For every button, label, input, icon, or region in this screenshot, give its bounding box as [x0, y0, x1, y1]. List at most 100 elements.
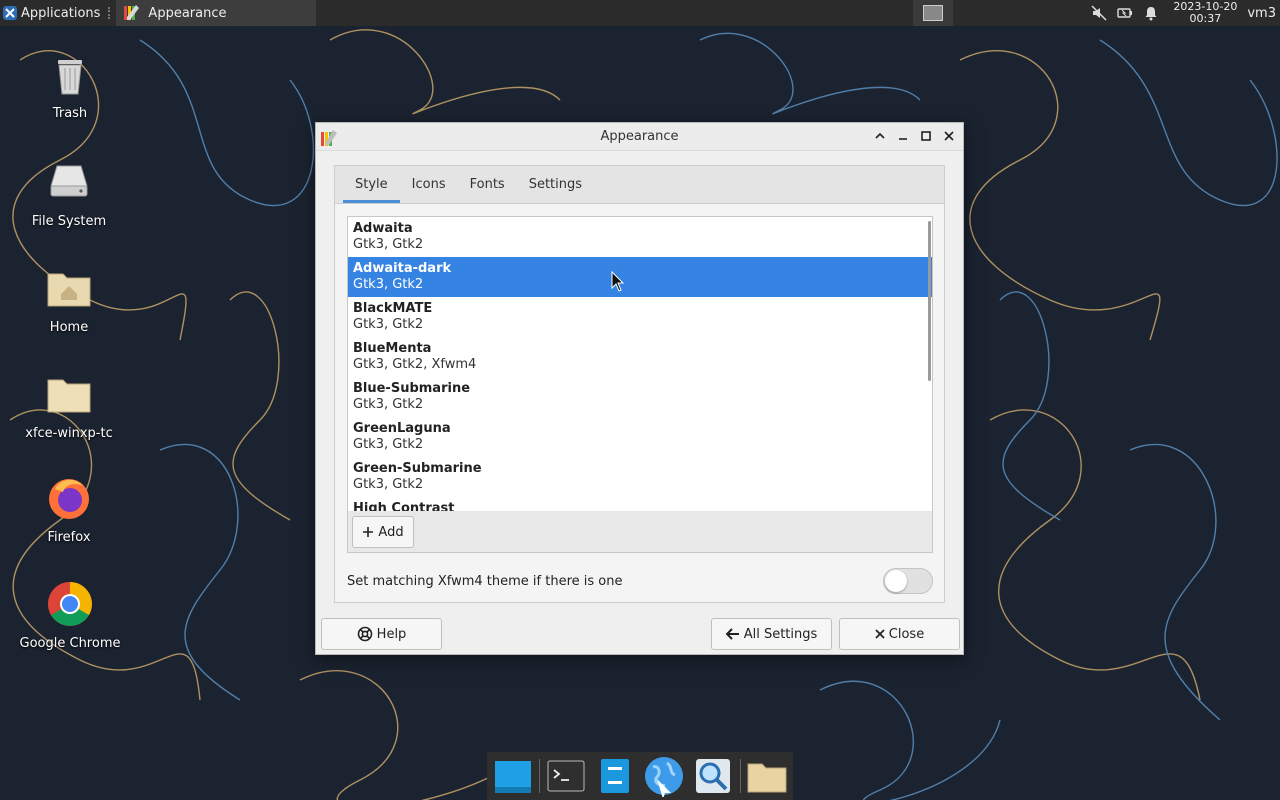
tab-bar: Style Icons Fonts Settings	[335, 166, 944, 204]
close-icon	[875, 629, 885, 639]
shade-button[interactable]	[871, 127, 888, 145]
dialog-title: Appearance	[600, 129, 679, 144]
tab-settings[interactable]: Settings	[517, 166, 594, 203]
desktop-icon-home[interactable]: Home	[14, 264, 124, 335]
appearance-dialog: Appearance Style Icons Fonts Settings Ad…	[315, 122, 964, 655]
notification-bell-icon[interactable]	[1143, 5, 1159, 21]
theme-list[interactable]: Adwaita Gtk3, Gtk2 Adwaita-dark Gtk3, Gtk2…	[347, 216, 933, 512]
user-menu[interactable]: vm3	[1243, 6, 1280, 21]
theme-toolkits: Gtk3, Gtk2	[353, 397, 424, 412]
desktop-icon-label: xfce-winxp-tc	[25, 426, 113, 441]
dock-web-browser[interactable]	[642, 754, 687, 798]
theme-toolkits: Gtk3, Gtk2	[353, 437, 424, 452]
appearance-app-icon	[124, 5, 140, 20]
desktop-icon-label: File System	[31, 214, 107, 229]
applications-menu[interactable]: Applications	[0, 0, 104, 26]
dock-home-folder[interactable]	[745, 754, 790, 798]
match-xfwm4-row: Set matching Xfwm4 theme if there is one	[347, 568, 933, 594]
desktop-icon-firefox[interactable]: Firefox	[14, 474, 124, 545]
tab-fonts[interactable]: Fonts	[458, 166, 517, 203]
close-window-button[interactable]	[940, 127, 957, 145]
xfce-logo-icon	[3, 6, 17, 20]
desktop-icon-label: Trash	[52, 106, 88, 121]
desktop-icon-google-chrome[interactable]: Google Chrome	[15, 580, 125, 651]
theme-toolkits: Gtk3, Gtk2, Xfwm4	[353, 357, 477, 372]
list-item[interactable]: BlackMATE Gtk3, Gtk2	[348, 297, 932, 337]
workspace-switcher[interactable]	[913, 0, 954, 26]
list-scrollbar[interactable]	[928, 221, 931, 381]
theme-name: GreenLaguna	[353, 421, 451, 436]
applications-label: Applications	[21, 5, 101, 21]
match-xfwm4-label: Set matching Xfwm4 theme if there is one	[347, 573, 623, 589]
close-icon	[943, 131, 954, 141]
list-item[interactable]: Blue-Submarine Gtk3, Gtk2	[348, 377, 932, 417]
help-lifebuoy-icon	[357, 626, 372, 642]
hard-drive-icon	[50, 165, 88, 197]
folder-icon	[747, 763, 787, 793]
close-button[interactable]: Close	[839, 618, 960, 650]
dock-show-desktop[interactable]	[490, 754, 535, 798]
clock[interactable]: 2023-10-20 00:37	[1167, 1, 1243, 25]
clock-time: 00:37	[1189, 12, 1222, 25]
all-settings-label: All Settings	[743, 626, 818, 642]
dock-terminal[interactable]	[544, 754, 589, 798]
tab-style[interactable]: Style	[343, 166, 400, 203]
dialog-titlebar[interactable]: Appearance	[316, 123, 963, 151]
close-label: Close	[888, 626, 925, 642]
top-panel: Applications Appearance 2023-10-20 00:37…	[0, 0, 1280, 26]
show-desktop-icon	[494, 761, 531, 793]
globe-icon	[645, 757, 684, 797]
system-tray	[1083, 0, 1167, 26]
all-settings-button[interactable]: All Settings	[711, 618, 832, 650]
theme-name: BlackMATE	[353, 301, 433, 316]
list-item-selected[interactable]: Adwaita-dark Gtk3, Gtk2	[348, 257, 932, 297]
desktop-icon-label: Firefox	[47, 530, 91, 545]
tab-icons[interactable]: Icons	[400, 166, 458, 203]
battery-icon[interactable]	[1117, 5, 1133, 21]
desktop-icon-label: Google Chrome	[19, 636, 121, 651]
list-item[interactable]: Green-Submarine Gtk3, Gtk2	[348, 457, 932, 497]
list-item[interactable]: GreenLaguna Gtk3, Gtk2	[348, 417, 932, 457]
file-manager-icon	[601, 759, 630, 793]
chevron-up-icon	[874, 132, 885, 139]
list-item[interactable]: Adwaita Gtk3, Gtk2	[348, 217, 932, 257]
minimize-button[interactable]	[894, 127, 911, 145]
list-toolbar: Add	[347, 511, 933, 553]
maximize-icon	[920, 131, 931, 141]
maximize-button[interactable]	[917, 127, 934, 145]
help-button[interactable]: Help	[321, 618, 442, 650]
list-item[interactable]: High Contrast	[348, 497, 932, 511]
arrow-left-icon	[725, 628, 739, 640]
taskbar-item-appearance[interactable]: Appearance	[116, 0, 317, 26]
chrome-icon	[48, 582, 92, 626]
help-label: Help	[376, 626, 407, 642]
trash-icon	[58, 60, 82, 95]
theme-name: Adwaita	[353, 221, 413, 236]
theme-name: BlueMenta	[353, 341, 432, 356]
home-folder-icon	[47, 273, 91, 307]
magnifier-icon	[696, 759, 731, 793]
desktop-icon-file-system[interactable]: File System	[14, 158, 124, 229]
theme-toolkits: Gtk3, Gtk2	[353, 317, 424, 332]
plus-icon	[363, 527, 374, 537]
mouse-cursor-icon	[611, 271, 625, 292]
workspace-1[interactable]	[923, 5, 944, 21]
dock-search[interactable]	[691, 754, 736, 798]
minimize-icon	[898, 138, 907, 140]
desktop-icon-trash[interactable]: Trash	[15, 50, 125, 121]
firefox-icon	[49, 479, 89, 519]
add-theme-button[interactable]: Add	[352, 516, 414, 548]
terminal-icon	[547, 760, 585, 792]
desktop-icon-xfce-winxp-tc[interactable]: xfce-winxp-tc	[14, 370, 124, 441]
theme-name: Blue-Submarine	[353, 381, 471, 396]
dock-file-manager[interactable]	[593, 754, 638, 798]
match-xfwm4-toggle[interactable]	[883, 568, 933, 594]
desktop-icon-label: Home	[49, 320, 89, 335]
list-item[interactable]: BlueMenta Gtk3, Gtk2, Xfwm4	[348, 337, 932, 377]
taskbar-item-label: Appearance	[148, 5, 227, 21]
theme-name: Adwaita-dark	[353, 261, 452, 276]
dock	[487, 752, 793, 800]
theme-toolkits: Gtk3, Gtk2	[353, 237, 424, 252]
muted-speaker-icon[interactable]	[1091, 5, 1107, 21]
theme-name: Green-Submarine	[353, 461, 482, 476]
